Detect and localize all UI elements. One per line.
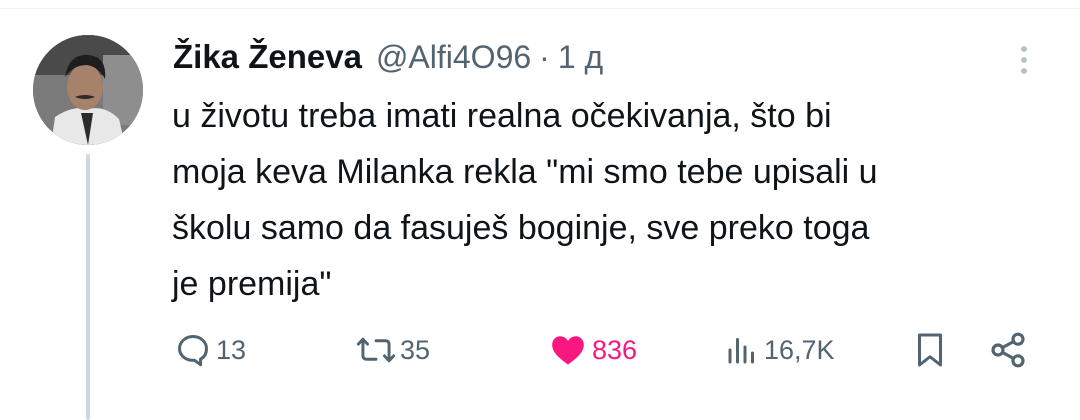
like-button[interactable]: 836 <box>548 328 637 372</box>
share-icon <box>991 332 1025 368</box>
more-options-button[interactable] <box>1012 40 1036 80</box>
retweet-icon <box>356 337 396 363</box>
avatar[interactable] <box>33 35 143 145</box>
retweet-button[interactable]: 35 <box>356 328 430 372</box>
more-vertical-icon-dot <box>1021 57 1027 63</box>
views-icon <box>728 338 754 364</box>
separator-dot: · <box>539 39 550 75</box>
heart-icon <box>552 336 584 365</box>
bookmark-button[interactable] <box>912 328 948 372</box>
reply-button[interactable]: 13 <box>174 328 246 372</box>
tweet-timestamp[interactable]: 1 д <box>558 39 603 76</box>
more-vertical-icon <box>1021 46 1027 52</box>
thread-line <box>86 154 90 420</box>
reply-count: 13 <box>216 334 247 365</box>
bookmark-icon <box>918 333 942 367</box>
views-button[interactable]: 16,7K <box>724 328 835 372</box>
reply-icon <box>178 335 208 367</box>
like-count: 836 <box>592 334 638 365</box>
avatar-photo <box>33 35 143 145</box>
author-handle[interactable]: @Alfi4O96 <box>376 39 531 76</box>
action-bar: 13 35 836 16,7K <box>170 328 1040 372</box>
share-button[interactable] <box>988 328 1028 372</box>
retweet-count: 35 <box>400 334 431 365</box>
tweet-header: Žika Ženeva @Alfi4O96 · 1 д <box>173 38 603 78</box>
views-count: 16,7K <box>764 334 835 365</box>
more-vertical-icon-dot <box>1021 68 1027 74</box>
tweet-text: u životu treba imati realna očekivanja, … <box>172 97 878 303</box>
author-display-name[interactable]: Žika Ženeva <box>173 38 362 76</box>
tweet[interactable]: Žika Ženeva @Alfi4O96 · 1 д u životu tre… <box>0 0 1080 420</box>
